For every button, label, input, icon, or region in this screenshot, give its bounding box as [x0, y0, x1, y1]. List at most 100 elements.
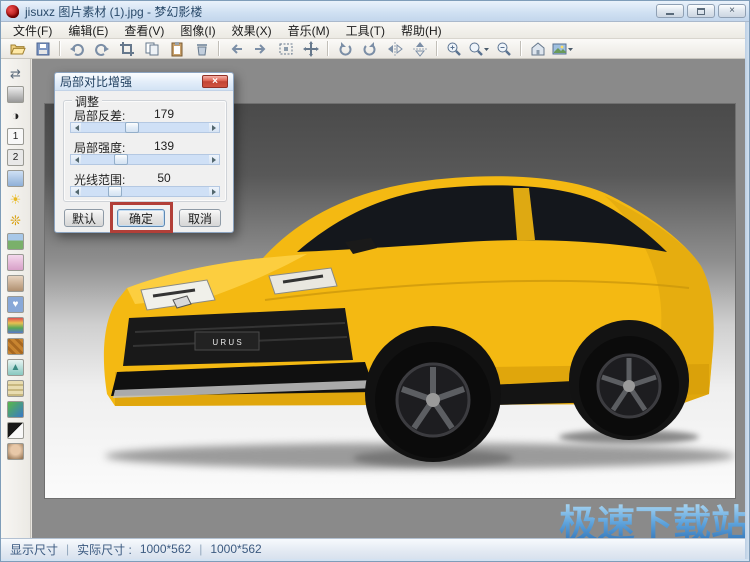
save-icon — [35, 41, 51, 57]
contrast-slider[interactable] — [70, 122, 220, 133]
dialog-close-button[interactable]: × — [202, 75, 228, 88]
next-image-button[interactable] — [250, 40, 271, 58]
crop-button[interactable] — [116, 40, 137, 58]
light-range-slider[interactable] — [70, 186, 220, 197]
zoom-dropdown-icon — [468, 41, 489, 57]
dialog-title-bar[interactable]: 局部对比增强 × — [55, 73, 233, 91]
tool-frame2-icon[interactable]: 2 — [7, 149, 24, 166]
menu-tools[interactable]: 工具(T) — [338, 21, 393, 40]
tool-black-white-icon[interactable] — [7, 422, 24, 439]
tool-swap-icon[interactable]: ⇄ — [7, 65, 24, 82]
app-rose-icon — [6, 5, 19, 18]
tool-portrait-icon[interactable] — [7, 275, 24, 292]
tool-gradient-icon[interactable] — [7, 401, 24, 418]
zoom-out-button[interactable] — [493, 40, 514, 58]
close-icon: × — [729, 6, 735, 16]
window-frame-right — [745, 22, 750, 562]
tool-avatar-icon[interactable] — [7, 443, 24, 460]
status-bar: 显示尺寸 | 实际尺寸 : 1000*562 | 1000*562 — [1, 538, 750, 559]
flip-horizontal-button[interactable] — [384, 40, 405, 58]
tool-texture-icon[interactable] — [7, 338, 24, 355]
tool-landscape-icon[interactable] — [7, 233, 24, 250]
flip-horizontal-icon — [387, 41, 403, 57]
default-button[interactable]: 默认 — [64, 209, 104, 227]
undo-icon — [69, 41, 85, 57]
tool-sparkle-icon[interactable]: ❊ — [7, 212, 24, 229]
slider-value-contrast: 179 — [142, 107, 186, 121]
tool-heart-icon[interactable]: ♥ — [7, 296, 24, 313]
slider-track[interactable] — [81, 155, 209, 164]
close-button[interactable]: × — [718, 4, 746, 18]
copy-button[interactable] — [141, 40, 162, 58]
minimize-button[interactable] — [656, 4, 684, 18]
tool-blue-photo-icon[interactable] — [7, 170, 24, 187]
redo-icon — [94, 41, 110, 57]
menu-view[interactable]: 查看(V) — [116, 21, 172, 40]
slider-track[interactable] — [81, 187, 209, 196]
slider-right-arrow[interactable] — [209, 123, 219, 132]
fit-window-button[interactable] — [275, 40, 296, 58]
rotate-left-button[interactable] — [334, 40, 355, 58]
slider-left-arrow[interactable] — [71, 155, 81, 164]
slider-thumb[interactable] — [114, 154, 128, 165]
flip-vertical-button[interactable] — [409, 40, 430, 58]
previous-image-button[interactable] — [225, 40, 246, 58]
triangle-left-icon — [72, 157, 79, 163]
home-icon — [530, 41, 546, 57]
menu-help[interactable]: 帮助(H) — [393, 21, 450, 40]
zoom-level-dropdown[interactable] — [468, 40, 489, 58]
slider-track[interactable] — [81, 123, 209, 132]
menu-bar: 文件(F) 编辑(E) 查看(V) 图像(I) 效果(X) 音乐(M) 工具(T… — [1, 22, 750, 39]
status-actual-size: 1000*562 — [210, 542, 261, 556]
slider-value-light-range: 50 — [142, 171, 186, 185]
tool-teal-photo-icon[interactable]: ▲ — [7, 359, 24, 376]
menu-effects[interactable]: 效果(X) — [224, 21, 280, 40]
cancel-button[interactable]: 取消 — [179, 209, 221, 227]
toolbar-separator — [327, 41, 328, 56]
strength-slider[interactable] — [70, 154, 220, 165]
menu-image[interactable]: 图像(I) — [172, 21, 223, 40]
window-title: jisuxz 图片素材 (1).jpg - 梦幻影楼 — [25, 3, 202, 20]
delete-button[interactable] — [191, 40, 212, 58]
slider-left-arrow[interactable] — [71, 123, 81, 132]
menu-music[interactable]: 音乐(M) — [280, 21, 338, 40]
triangle-left-icon — [72, 189, 79, 195]
save-button[interactable] — [32, 40, 53, 58]
home-button[interactable] — [527, 40, 548, 58]
tool-button-icon[interactable] — [7, 86, 24, 103]
crop-icon — [119, 41, 135, 57]
status-separator: | — [199, 542, 202, 556]
slider-thumb[interactable] — [125, 122, 139, 133]
slider-thumb[interactable] — [108, 186, 122, 197]
tool-rainbow-icon[interactable] — [7, 317, 24, 334]
move-cross-icon — [303, 41, 319, 57]
toolbar-separator — [218, 41, 219, 56]
maximize-button[interactable] — [687, 4, 715, 18]
toolbar — [1, 39, 750, 59]
triangle-right-icon — [212, 125, 219, 131]
tool-tone-icon[interactable]: ◑ — [7, 107, 24, 124]
slider-right-arrow[interactable] — [209, 155, 219, 164]
tool-sun-icon[interactable]: ☀ — [7, 191, 24, 208]
paste-button[interactable] — [166, 40, 187, 58]
slider-right-arrow[interactable] — [209, 187, 219, 196]
copy-icon — [144, 41, 160, 57]
actual-size-button[interactable] — [300, 40, 321, 58]
open-button[interactable] — [7, 40, 28, 58]
rotate-ccw-icon — [337, 41, 353, 57]
application-window: jisuxz 图片素材 (1).jpg - 梦幻影楼 × 文件(F) 编辑(E)… — [0, 0, 750, 562]
status-separator: | — [66, 542, 69, 556]
rotate-right-button[interactable] — [359, 40, 380, 58]
tool-frame1-icon[interactable]: 1 — [7, 128, 24, 145]
arrow-right-icon — [253, 41, 269, 57]
menu-file[interactable]: 文件(F) — [5, 21, 60, 40]
menu-edit[interactable]: 编辑(E) — [60, 21, 116, 40]
tool-lines-icon[interactable] — [7, 380, 24, 397]
redo-button[interactable] — [91, 40, 112, 58]
open-folder-icon — [10, 41, 26, 57]
zoom-in-button[interactable] — [443, 40, 464, 58]
tool-pink-frame-icon[interactable] — [7, 254, 24, 271]
slider-left-arrow[interactable] — [71, 187, 81, 196]
effects-dropdown[interactable] — [552, 40, 573, 58]
undo-button[interactable] — [66, 40, 87, 58]
